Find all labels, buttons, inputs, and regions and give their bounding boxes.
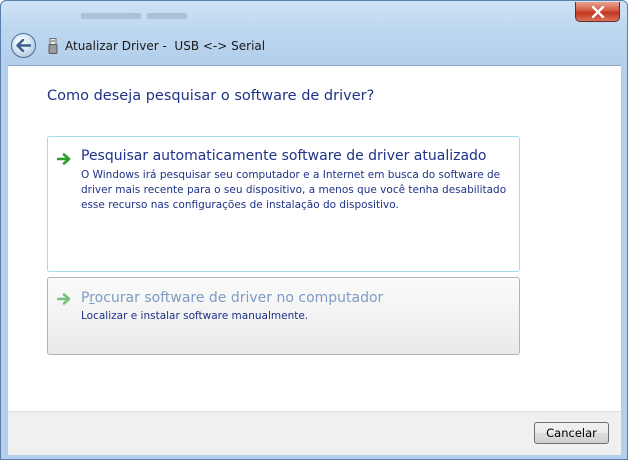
footer-bar: Cancelar — [8, 411, 621, 455]
back-button[interactable] — [11, 33, 36, 58]
usb-icon — [48, 38, 58, 54]
option-title-rest: ocurar software de driver no computador — [94, 290, 384, 306]
option-title: Pesquisar automaticamente software de dr… — [81, 148, 487, 164]
page-heading: Como deseja pesquisar o software de driv… — [47, 88, 375, 104]
window-title: Atualizar Driver - USB <-> Serial — [65, 39, 266, 53]
close-button[interactable] — [575, 2, 620, 22]
background-glass-text — [81, 4, 381, 19]
cancel-button[interactable]: Cancelar — [534, 422, 609, 444]
option-title-first: P — [81, 290, 90, 306]
option-description: Localizar e instalar software manualment… — [81, 310, 309, 322]
back-arrow-icon — [16, 39, 31, 52]
option-browse-computer[interactable]: Procurar software de driver no computado… — [47, 277, 520, 355]
option-title: Procurar software de driver no computado… — [81, 290, 383, 306]
option-search-automatically[interactable]: Pesquisar automaticamente software de dr… — [47, 136, 520, 272]
driver-update-window: Atualizar Driver - USB <-> Serial Como d… — [0, 0, 628, 460]
option-description: O Windows irá pesquisar seu computador e… — [81, 169, 507, 211]
main-content: Como deseja pesquisar o software de driv… — [8, 65, 621, 411]
green-arrow-icon — [57, 153, 71, 165]
green-arrow-icon — [57, 293, 71, 305]
close-icon — [591, 5, 604, 18]
